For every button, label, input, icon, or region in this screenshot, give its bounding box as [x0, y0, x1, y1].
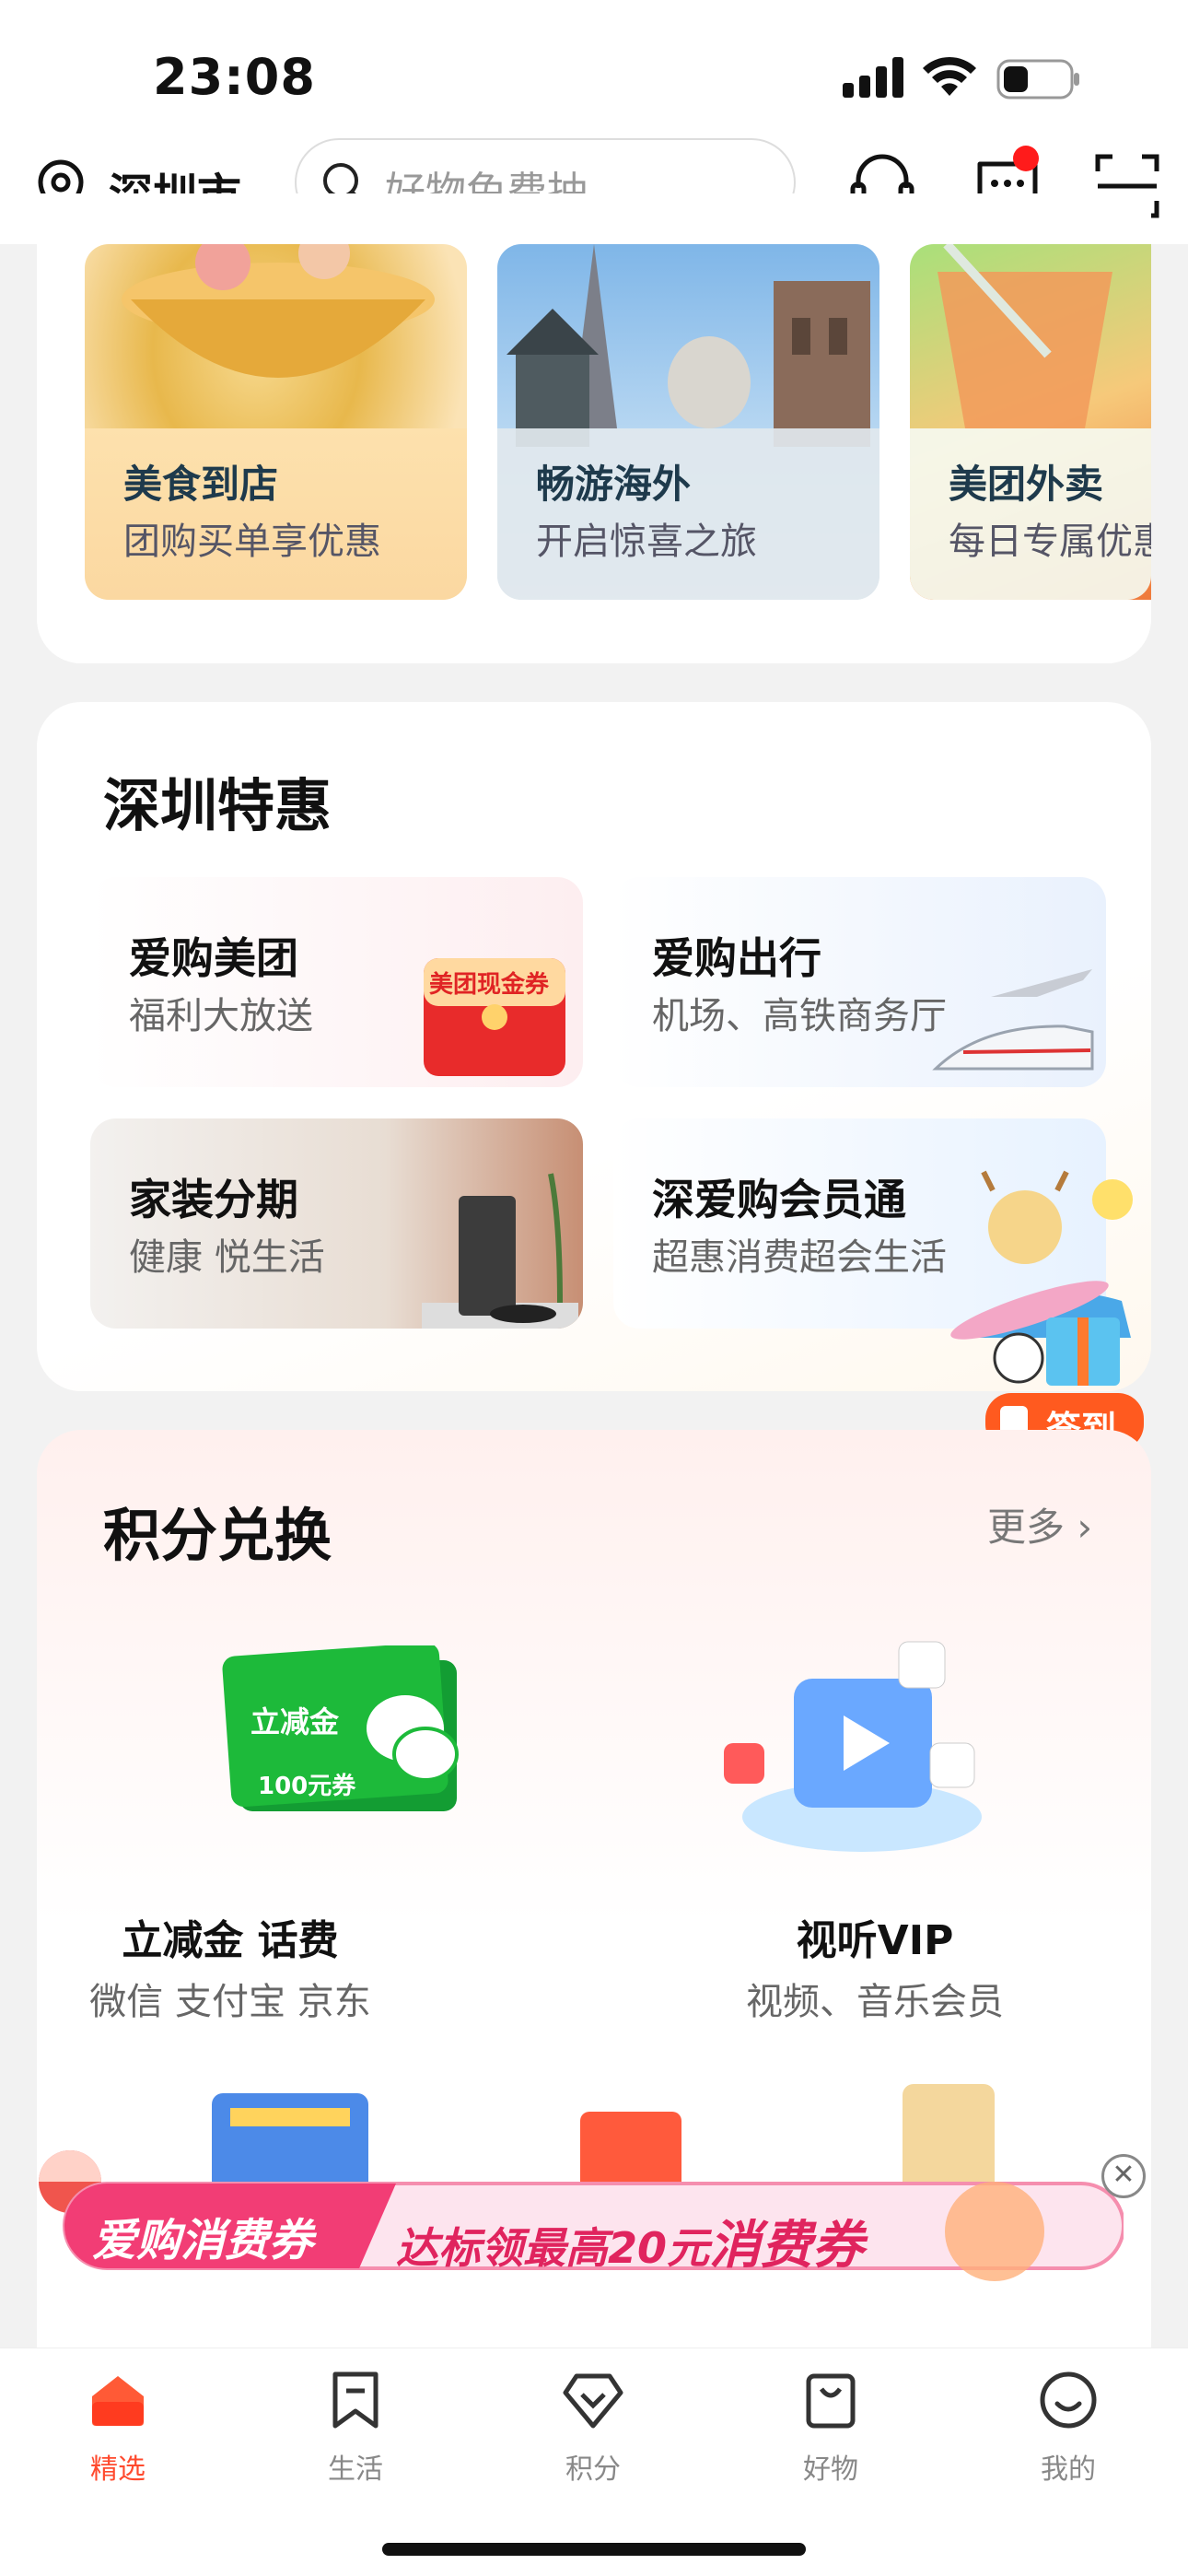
- bookmark-icon: [332, 2371, 379, 2429]
- deal-title: 家装分期: [129, 1175, 298, 1224]
- home-icon: [92, 2376, 144, 2426]
- exchange-item-subtitle: 视频、音乐会员: [746, 1981, 1004, 2023]
- coupon-badge-text: 美团现金券: [429, 971, 550, 999]
- deal-meituan[interactable]: 爱购美团 福利大放送 美团现金券: [90, 877, 583, 1087]
- tab-life[interactable]: 生活: [282, 2369, 429, 2488]
- unread-badge: [1013, 146, 1039, 171]
- exchange-item-subtitle: 微信 支付宝 京东: [89, 1981, 371, 2023]
- robot-vacuum-image: [422, 1173, 578, 1329]
- banner-tile-title: 畅游海外: [536, 462, 692, 507]
- section-title: 深圳特惠: [103, 772, 332, 839]
- banner-tile-food[interactable]: 美食到店 团购买单享优惠: [85, 244, 467, 600]
- promo-right-prefix: 达标领最高20元: [396, 2223, 710, 2273]
- promo-right-text: 达标领最高20元消费券: [396, 2204, 864, 2278]
- tab-goods[interactable]: 好物: [757, 2369, 904, 2488]
- video-music-vip-image[interactable]: [715, 1623, 1009, 1863]
- close-icon[interactable]: ✕: [1101, 2154, 1146, 2198]
- deal-travel[interactable]: 爱购出行 机场、高铁商务厅: [613, 877, 1106, 1087]
- diamond-icon: [563, 2373, 623, 2429]
- tab-label: 我的: [1041, 2453, 1096, 2486]
- smile-face-icon: [1040, 2371, 1097, 2429]
- shenzhen-deals-section: 深圳特惠 爱购美团 福利大放送 美团现金券 爱购出行 机场、高铁商务厅 家装分期…: [37, 702, 1151, 1391]
- banner-tile-title: 美食到店: [123, 462, 279, 507]
- deal-title: 爱购出行: [652, 933, 821, 983]
- banner-card: 美食到店 团购买单享优惠 畅游海外 开启惊喜之旅 美团外卖 每日专属优惠: [37, 193, 1151, 663]
- home-indicator: [382, 2543, 806, 2556]
- exchange-item-name[interactable]: 视听VIP: [681, 1907, 1068, 1966]
- banner-tile-subtitle: 开启惊喜之旅: [536, 521, 757, 563]
- tab-label: 积分: [565, 2453, 621, 2486]
- coupon-card-label: 立减金: [250, 1704, 340, 1739]
- deal-subtitle: 超惠消费超会生活: [652, 1236, 947, 1279]
- coupon-card-amount: 100元券: [258, 1773, 356, 1800]
- status-time: 23:08: [153, 48, 316, 106]
- promo-right-suffix: 消费券: [709, 2216, 865, 2276]
- tab-featured[interactable]: 精选: [44, 2369, 192, 2488]
- tab-label: 生活: [328, 2453, 383, 2486]
- exchange-item-name[interactable]: 立减金 话费: [37, 1907, 424, 1966]
- deal-title: 深爱购会员通: [652, 1175, 906, 1224]
- more-link[interactable]: 更多 ›: [987, 1496, 1092, 1552]
- banner-tile-subtitle: 团购买单享优惠: [123, 521, 381, 563]
- banner-tile-title: 美团外卖: [949, 462, 1104, 507]
- promo-left-text: 爱购消费券: [92, 2215, 314, 2266]
- shopping-bag-icon: [806, 2373, 856, 2429]
- banner-tile-subtitle: 每日专属优惠: [949, 521, 1151, 563]
- bottom-tab-bar: 精选 生活 积分 好物 我的: [0, 2348, 1188, 2576]
- more-label: 更多: [987, 1505, 1066, 1550]
- chevron-right-icon: ›: [1077, 1505, 1093, 1550]
- cellular-signal-icon: [843, 57, 903, 98]
- status-bar: 23:08: [0, 0, 1188, 138]
- deal-home-installment[interactable]: 家装分期 健康 悦生活: [90, 1118, 583, 1329]
- deal-subtitle: 健康 悦生活: [129, 1236, 325, 1279]
- wifi-icon: [923, 56, 976, 96]
- tab-label: 精选: [90, 2453, 146, 2486]
- tab-mine[interactable]: 我的: [995, 2369, 1142, 2488]
- deal-subtitle: 机场、高铁商务厅: [652, 995, 947, 1037]
- deal-title: 爱购美团: [129, 933, 298, 983]
- banner-tile-delivery[interactable]: 美团外卖 每日专属优惠: [910, 244, 1151, 600]
- train-plane-icon: [932, 969, 1094, 1071]
- banner-tile-travel[interactable]: 畅游海外 开启惊喜之旅: [497, 244, 879, 600]
- deal-subtitle: 福利大放送: [129, 995, 313, 1037]
- section-title: 积分兑换: [103, 1502, 332, 1569]
- battery-icon: [996, 59, 1079, 100]
- tab-label: 好物: [803, 2453, 858, 2486]
- tab-points[interactable]: 积分: [519, 2369, 667, 2488]
